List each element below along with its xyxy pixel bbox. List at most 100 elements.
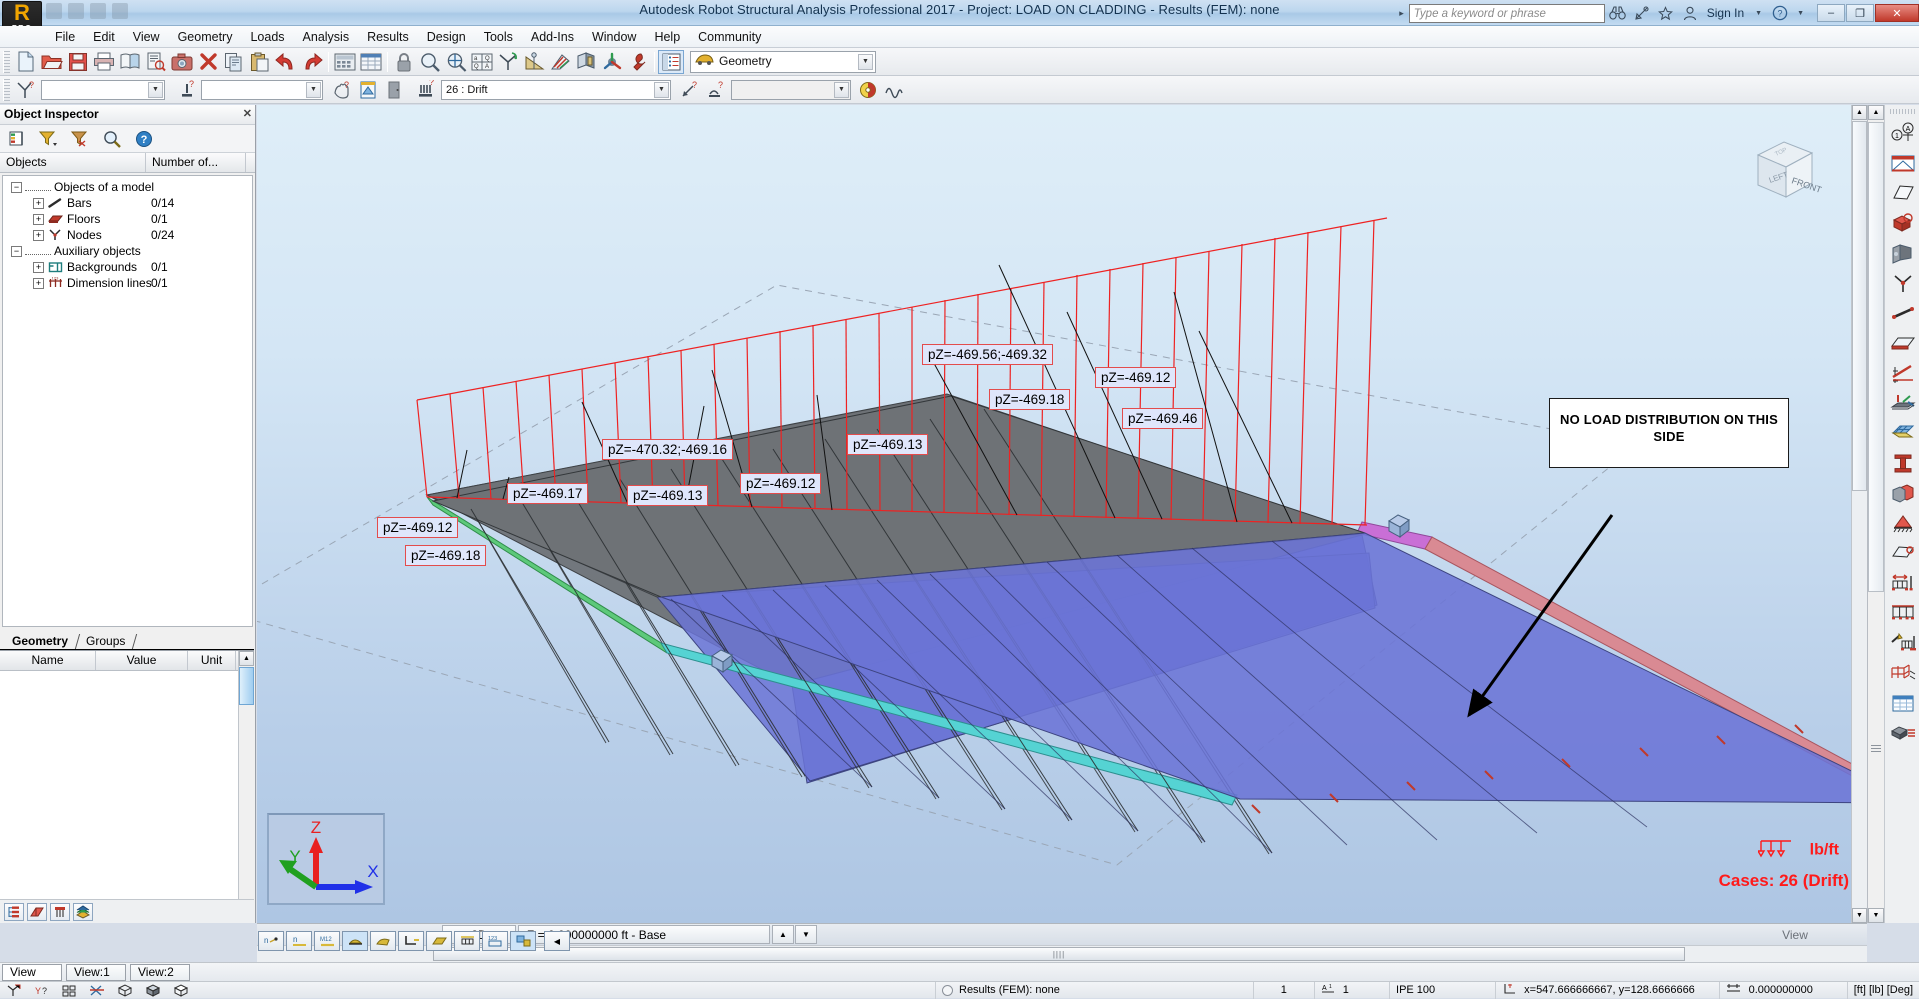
dimension-display-icon[interactable]: [398, 931, 424, 951]
screen-capture-icon[interactable]: [169, 50, 195, 74]
layout-selector[interactable]: Geometry ▼: [690, 50, 876, 73]
tree-node-floors[interactable]: + Floors 0/1: [3, 211, 252, 227]
auto-generate-icon[interactable]: [1888, 630, 1918, 656]
slab-layers-icon[interactable]: [1888, 390, 1918, 416]
close-button[interactable]: ✕: [1875, 4, 1919, 22]
properties-tree-icon[interactable]: [4, 902, 24, 921]
expander-icon[interactable]: +: [33, 213, 44, 225]
panel-select-icon[interactable]: [381, 78, 407, 102]
load-select-icon[interactable]: ?: [677, 78, 703, 102]
minimize-button[interactable]: –: [1817, 4, 1845, 22]
lock-icon[interactable]: [391, 50, 417, 74]
load-span-icon[interactable]: [1888, 570, 1918, 596]
layout-list-icon[interactable]: [658, 49, 684, 74]
scroll-down-icon[interactable]: ▼: [1868, 908, 1884, 923]
menu-item-community[interactable]: Community: [689, 28, 770, 46]
status-results-indicator[interactable]: Results (FEM): none: [935, 981, 1255, 999]
node-select-icon[interactable]: ?: [13, 78, 39, 102]
frame-bars-icon[interactable]: [1888, 150, 1918, 176]
status-filter-icon[interactable]: Y?: [28, 982, 56, 999]
menu-item-window[interactable]: Window: [583, 28, 645, 46]
expander-icon[interactable]: +: [33, 277, 44, 289]
solid-icon[interactable]: [1888, 210, 1918, 236]
help-icon[interactable]: ?: [1769, 3, 1791, 23]
filter-clear-icon[interactable]: [68, 128, 92, 150]
feedback-icon[interactable]: [1631, 3, 1653, 23]
column-header-objects[interactable]: Objects: [0, 153, 146, 172]
zoom-compare-icon[interactable]: aQQA: [469, 50, 495, 74]
scrollbar-thumb[interactable]: [239, 667, 254, 705]
node-support-icon[interactable]: [1888, 270, 1918, 296]
numbers-display-icon[interactable]: 123: [482, 931, 508, 951]
menu-item-edit[interactable]: Edit: [84, 28, 124, 46]
support-select-icon[interactable]: ?: [703, 78, 729, 102]
tree-node-bars[interactable]: + Bars 0/14: [3, 195, 252, 211]
tree-node-objects-of-model[interactable]: − Objects of a model: [3, 179, 252, 195]
chevron-down-icon[interactable]: ▼: [834, 81, 849, 98]
node-selection-combo[interactable]: ▼: [41, 79, 165, 100]
tab-view-1[interactable]: View:1: [66, 963, 126, 981]
column-header-count[interactable]: Number of...: [146, 153, 246, 172]
palette-icon[interactable]: [855, 78, 881, 102]
section-profile-icon[interactable]: [1888, 450, 1918, 476]
print-preview-icon[interactable]: [117, 50, 143, 74]
favorites-star-icon[interactable]: [1655, 3, 1677, 23]
menu-item-analysis[interactable]: Analysis: [294, 28, 359, 46]
expander-icon[interactable]: −: [11, 181, 22, 193]
plate-icon[interactable]: [1888, 180, 1918, 206]
new-file-icon[interactable]: [13, 50, 39, 74]
wrench-icon[interactable]: [625, 50, 651, 74]
menu-item-geometry[interactable]: Geometry: [169, 28, 242, 46]
chevron-down-icon[interactable]: ▼: [654, 81, 669, 98]
page-setup-icon[interactable]: [143, 50, 169, 74]
paste-icon[interactable]: [247, 50, 273, 74]
column-header-name[interactable]: Name: [0, 651, 96, 670]
bar-element-icon[interactable]: [1888, 300, 1918, 326]
copy-icon[interactable]: [221, 50, 247, 74]
help-icon[interactable]: ?: [132, 128, 156, 150]
expander-icon[interactable]: +: [33, 229, 44, 241]
chevron-down-icon[interactable]: ▼: [306, 81, 321, 98]
close-icon[interactable]: ✕: [243, 107, 252, 120]
menu-item-tools[interactable]: Tools: [475, 28, 522, 46]
panel-icon[interactable]: [1888, 330, 1918, 356]
calculations-icon[interactable]: [332, 50, 358, 74]
toolbar-grip[interactable]: [3, 50, 10, 73]
cladding-icon[interactable]: [1888, 420, 1918, 446]
tree-node-auxiliary-objects[interactable]: − Auxiliary objects: [3, 243, 252, 259]
status-cube-solid-icon[interactable]: [139, 982, 167, 999]
undo-icon[interactable]: [273, 50, 299, 74]
search-input[interactable]: Type a keyword or phrase: [1408, 3, 1605, 23]
wall-icon[interactable]: [1888, 240, 1918, 266]
save-icon[interactable]: [65, 50, 91, 74]
scroll-down-icon[interactable]: ▼: [1852, 908, 1867, 923]
dimension-icon[interactable]: [521, 50, 547, 74]
print-icon[interactable]: [91, 50, 117, 74]
layer-red-icon[interactable]: [27, 902, 47, 921]
view-3d-icon[interactable]: [599, 50, 625, 74]
display-icon[interactable]: [495, 50, 521, 74]
hand-icon[interactable]: ?: [329, 78, 355, 102]
status-grid-icon[interactable]: [56, 982, 83, 999]
viewport-scrollbar-thumb[interactable]: [1852, 121, 1867, 491]
sign-in-button[interactable]: Sign In: [1703, 6, 1748, 20]
bar-select-icon[interactable]: ?: [173, 78, 199, 102]
right-dock-scroll-thumb[interactable]: [1868, 122, 1884, 592]
layers-icon[interactable]: [4, 128, 28, 150]
column-header-unit[interactable]: Unit: [188, 651, 236, 670]
menu-item-file[interactable]: File: [46, 28, 84, 46]
delete-icon[interactable]: [195, 50, 221, 74]
status-snap-icon[interactable]: [0, 982, 28, 999]
object-tree[interactable]: − Objects of a model + Bars 0/14 + Floor…: [2, 175, 253, 627]
properties-scrollbar[interactable]: ▲ ▼: [238, 651, 254, 923]
books-icon[interactable]: [73, 902, 93, 921]
extrude-icon[interactable]: [1888, 720, 1918, 746]
binoculars-icon[interactable]: [1607, 3, 1629, 23]
load-case-icon[interactable]: ?: [413, 78, 439, 102]
material-icon[interactable]: [1888, 480, 1918, 506]
load-case-combo[interactable]: 26 : Drift ▼: [441, 79, 671, 100]
section-label-icon[interactable]: M12: [314, 931, 340, 951]
tree-node-dimension-lines[interactable]: + 123 Dimension lines 0/1: [3, 275, 252, 291]
menu-item-view[interactable]: View: [124, 28, 169, 46]
menu-item-design[interactable]: Design: [418, 28, 475, 46]
